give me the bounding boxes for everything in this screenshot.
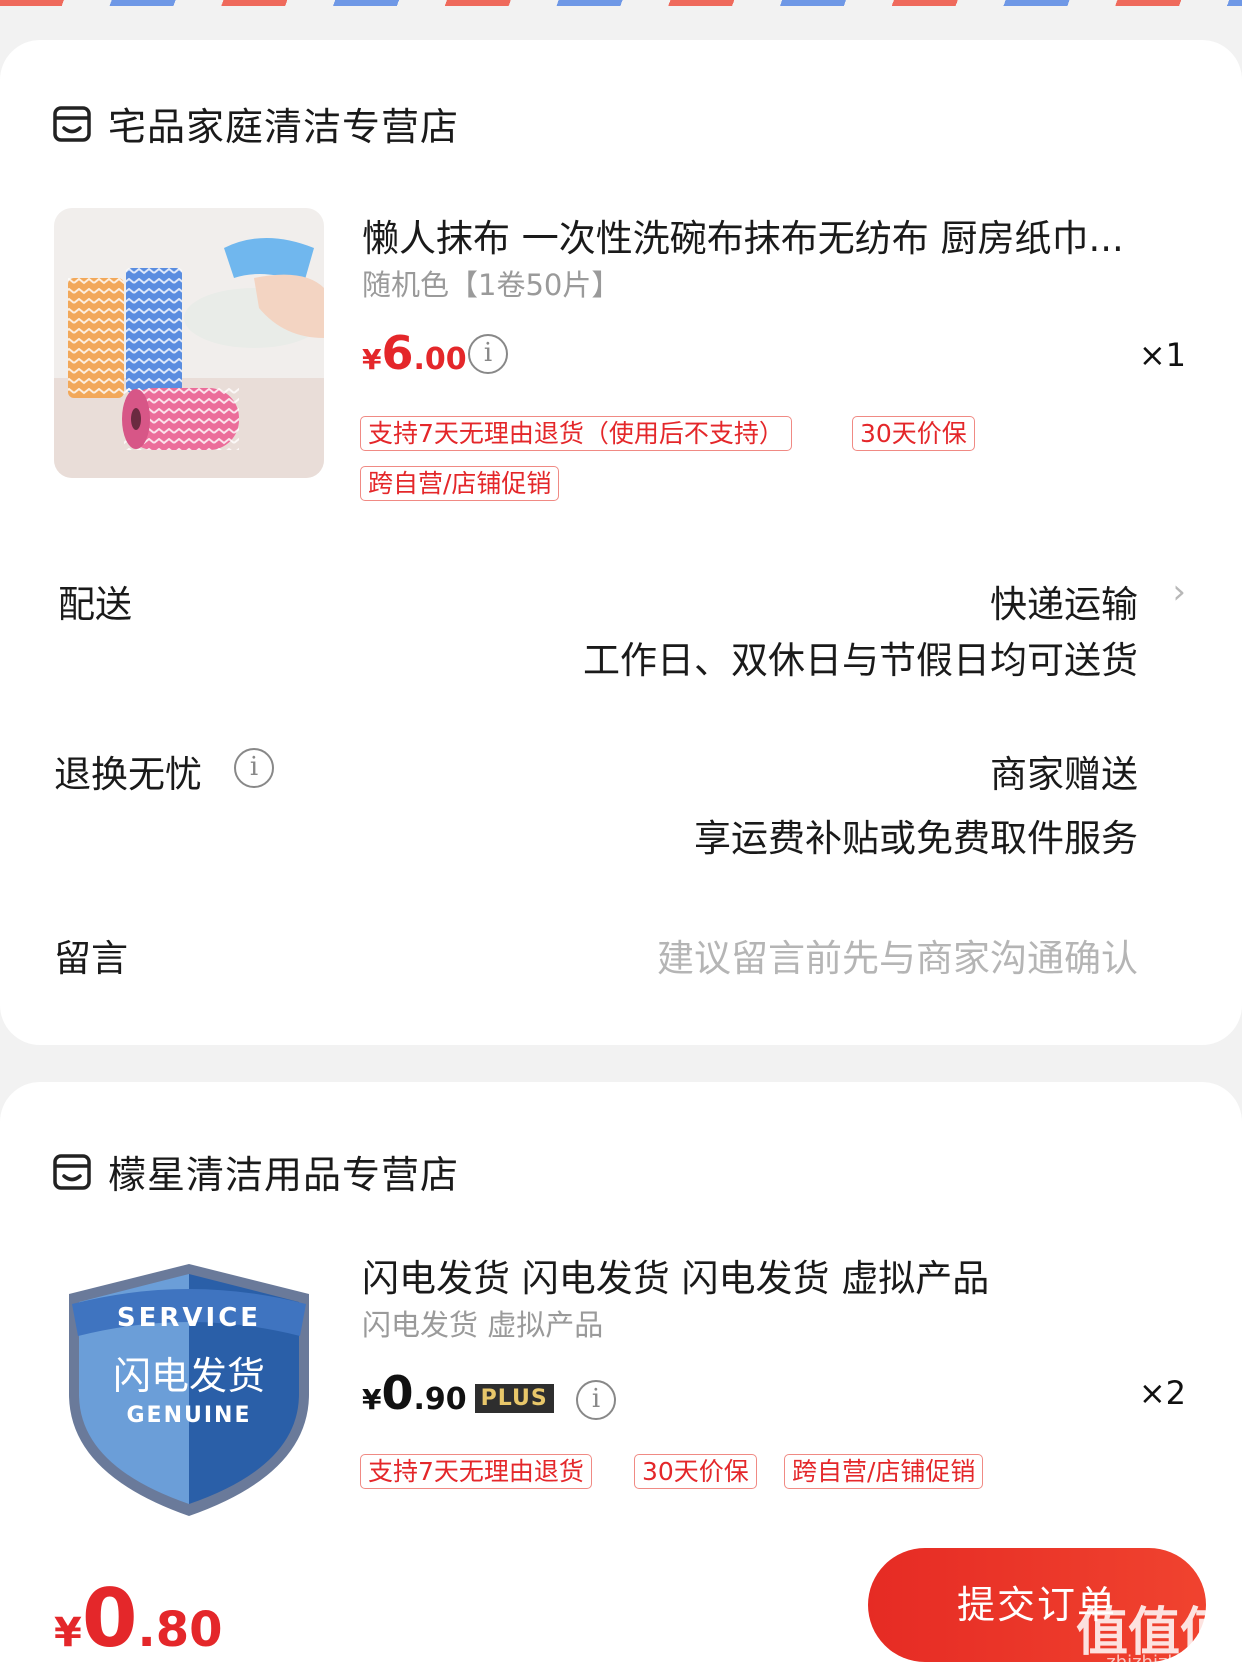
price-decimal: .90	[413, 1382, 467, 1417]
product-thumbnail[interactable]	[54, 208, 324, 478]
tag-price-protect: 30天价保	[852, 416, 975, 451]
returns-label: 退换无忧	[54, 753, 202, 796]
returns-value: 商家赠送	[990, 753, 1138, 796]
tag-promotion: 跨自营/店铺促销	[360, 466, 560, 501]
price-integer: 6	[381, 326, 414, 380]
message-label: 留言	[54, 937, 128, 980]
product-quantity: ×2	[1138, 1374, 1186, 1412]
store-icon	[53, 1153, 91, 1190]
total-integer: 0	[81, 1572, 138, 1665]
plus-badge: PLUS	[474, 1384, 554, 1413]
tag-return-policy: 支持7天无理由退货（使用后不支持）	[360, 416, 792, 451]
product-quantity: ×1	[1138, 336, 1186, 374]
chevron-right-icon[interactable]: ›	[1172, 572, 1186, 612]
price-symbol: ¥	[362, 1383, 382, 1416]
product-spec: 闪电发货 虚拟产品	[362, 1308, 604, 1342]
product-price: ¥6.00	[362, 326, 467, 380]
store-icon	[53, 105, 91, 142]
product-thumbnail[interactable]: SERVICE 闪电发货 GENUINE	[54, 1254, 324, 1524]
thumb-service-text: SERVICE	[117, 1303, 261, 1333]
price-integer: 0	[381, 1366, 414, 1420]
product-title[interactable]: 闪电发货 闪电发货 闪电发货 虚拟产品	[362, 1248, 1182, 1302]
product-price: ¥0.90 PLUS	[362, 1366, 554, 1420]
product-image	[54, 208, 324, 478]
price-decimal: .00	[413, 342, 467, 377]
price-symbol: ¥	[362, 343, 382, 376]
product-title[interactable]: 懒人抹布 一次性洗碗布抹布无纺布 厨房纸巾...	[362, 208, 1182, 262]
store-header[interactable]: 檬星清洁用品专营店	[52, 1144, 459, 1199]
store-name: 檬星清洁用品专营店	[108, 1153, 460, 1197]
tag-return-policy: 支持7天无理由退货	[360, 1454, 592, 1489]
store-name: 宅品家庭清洁专营店	[108, 105, 460, 149]
watermark-url: zhizhizhi.com	[1106, 1652, 1228, 1673]
info-icon[interactable]: i	[468, 334, 508, 374]
total-decimal: .80	[137, 1602, 223, 1658]
info-icon[interactable]: i	[576, 1380, 616, 1420]
thumb-main-text: 闪电发货	[113, 1354, 265, 1398]
store-card-1: 宅品家庭清洁专营店 懒人抹布 一次性洗碗布抹布无纺布 厨房纸巾... 随机色【1…	[0, 40, 1242, 1045]
returns-detail: 享运费补贴或免费取件服务	[694, 817, 1138, 860]
total-symbol: ¥	[54, 1610, 82, 1656]
delivery-detail: 工作日、双休日与节假日均可送货	[583, 639, 1138, 682]
tag-price-protect: 30天价保	[634, 1454, 757, 1489]
order-total: ¥0.80	[54, 1572, 223, 1665]
store-header[interactable]: 宅品家庭清洁专营店	[52, 96, 459, 151]
shield-icon: SERVICE 闪电发货 GENUINE	[54, 1254, 324, 1524]
checkout-bar: ¥0.80 提交订单 值值值 zhizhizhi.com	[0, 1530, 1242, 1679]
tag-promotion: 跨自营/店铺促销	[784, 1454, 984, 1489]
product-spec: 随机色【1卷50片】	[362, 268, 621, 302]
airmail-border	[0, 0, 1242, 6]
delivery-method[interactable]: 快递运输	[990, 574, 1138, 628]
thumb-genuine-text: GENUINE	[127, 1403, 252, 1428]
message-input[interactable]: 建议留言前先与商家沟通确认	[657, 928, 1138, 982]
returns-info-icon[interactable]: i	[234, 748, 274, 788]
delivery-label: 配送	[58, 583, 132, 626]
